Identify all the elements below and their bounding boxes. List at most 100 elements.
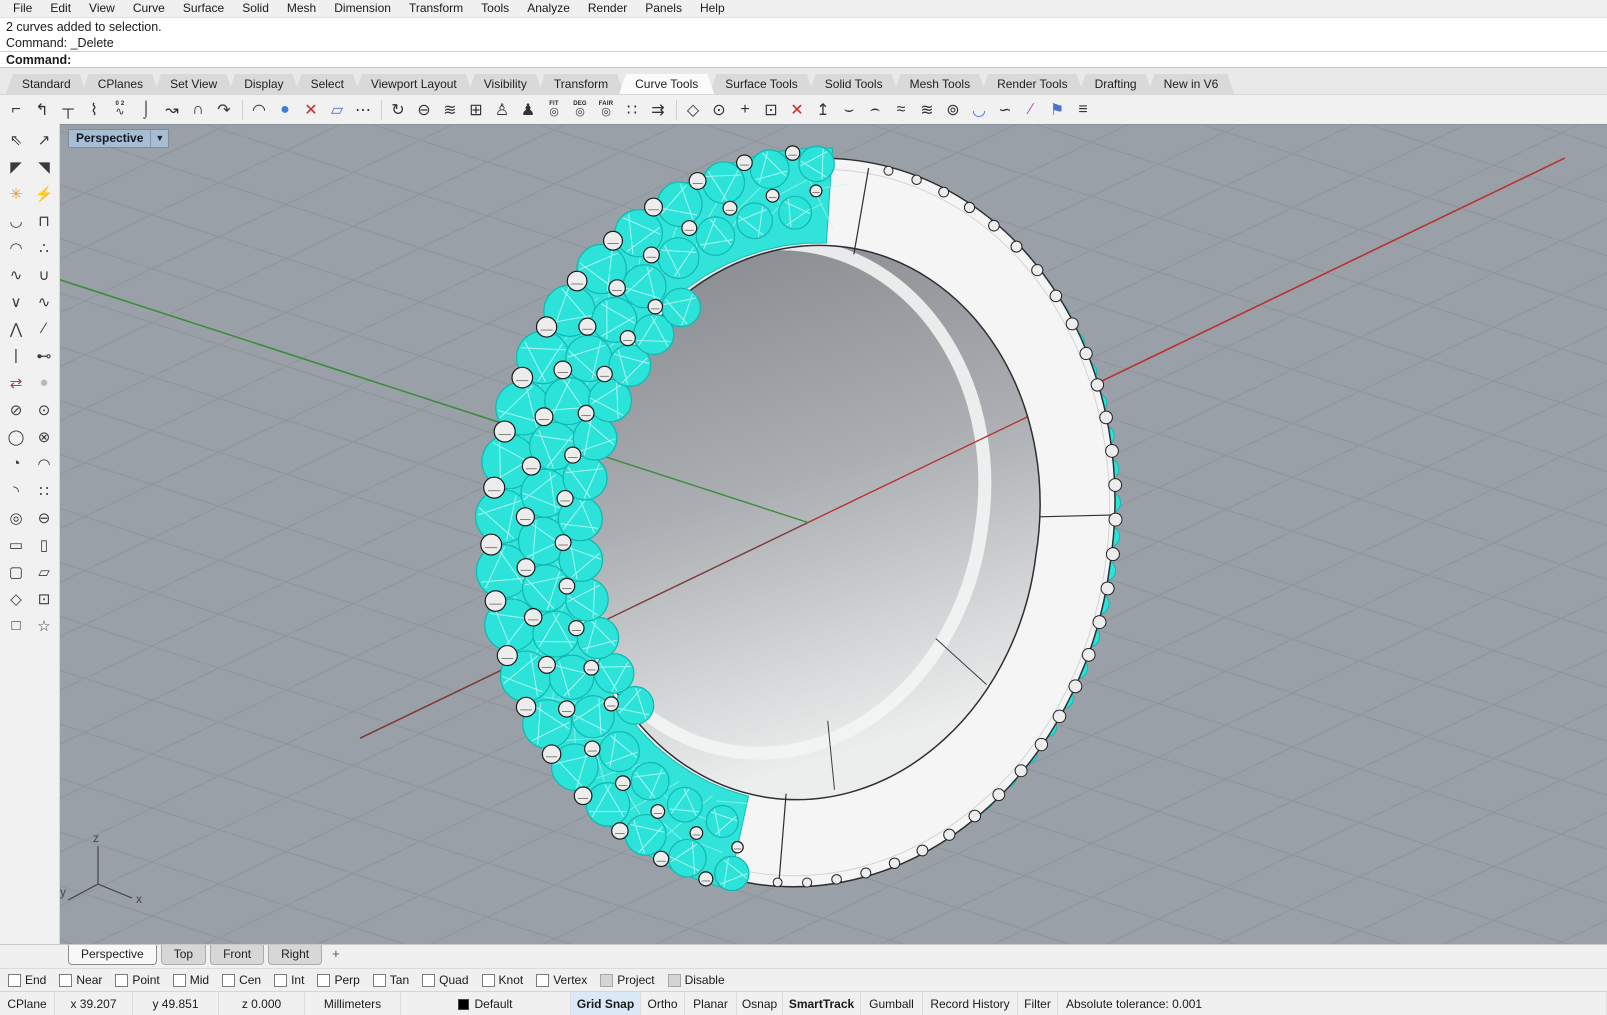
menu-dimension[interactable]: Dimension — [325, 0, 400, 17]
checkbox-mid[interactable] — [172, 973, 186, 987]
arc-center-icon[interactable]: ◔ — [2, 450, 30, 477]
circle-3point-icon[interactable]: ◯ — [2, 423, 30, 450]
control-polygon-icon[interactable]: ◇ — [680, 97, 706, 123]
extend-curve-icon[interactable]: ↷ — [211, 97, 237, 123]
status-filter[interactable]: Filter — [1018, 992, 1058, 1015]
match-curve-icon[interactable]: ┬ — [55, 97, 81, 123]
edit-control-point-icon[interactable]: ⊡ — [758, 97, 784, 123]
tab-standard[interactable]: Standard — [6, 74, 87, 94]
chevron-down-icon[interactable]: ▼ — [150, 130, 168, 147]
rectangle-3point-icon[interactable]: ▯ — [30, 531, 58, 558]
orient-perp-to-curve-icon[interactable]: ♟ — [515, 97, 541, 123]
tab-select[interactable]: Select — [295, 74, 360, 94]
spark-burst-icon[interactable]: ⚡ — [30, 180, 58, 207]
rectangle-deformable-icon[interactable]: ▱ — [30, 558, 58, 585]
tab-render-tools[interactable]: Render Tools — [981, 74, 1084, 94]
annotate-flag-left-icon[interactable]: ◤ — [2, 153, 30, 180]
circle-radius-icon[interactable]: ⊘ — [2, 396, 30, 423]
menu-help[interactable]: Help — [691, 0, 734, 17]
points-on-icon[interactable]: ⊙ — [706, 97, 732, 123]
menu-render[interactable]: Render — [579, 0, 636, 17]
menu-panels[interactable]: Panels — [636, 0, 691, 17]
vector-line-icon[interactable]: ⇄ — [2, 369, 30, 396]
checkbox-disable[interactable] — [667, 973, 681, 987]
interpolate-curve-icon[interactable]: ∪ — [30, 261, 58, 288]
polygon-center-icon[interactable]: ⊡ — [30, 585, 58, 612]
ellipse-diameter-icon[interactable]: ⊖ — [30, 504, 58, 531]
handlebar-editor-icon[interactable]: ⌢ — [862, 97, 888, 123]
rectangle-corner-icon[interactable]: ▭ — [2, 531, 30, 558]
checkbox-end[interactable] — [8, 973, 21, 987]
fit-curve-icon[interactable]: FIT ◎ — [541, 97, 567, 123]
square-icon[interactable]: □ — [2, 612, 30, 639]
circle-square-icon[interactable]: ⊚ — [940, 97, 966, 123]
vertical-line-icon[interactable]: | — [2, 342, 30, 369]
cage-edit-icon[interactable]: ⊞ — [463, 97, 489, 123]
change-degree-spiral-icon[interactable]: DEG ◎ — [567, 97, 593, 123]
status-record-history[interactable]: Record History — [923, 992, 1018, 1015]
status-default[interactable]: Default — [401, 992, 571, 1015]
checkbox-int[interactable] — [274, 973, 288, 987]
closed-curve-toggle-icon[interactable]: ⊖ — [411, 97, 437, 123]
fillet-curve-icon[interactable]: ⌐ — [3, 97, 29, 123]
star-icon[interactable]: ☆ — [30, 612, 58, 639]
curve-graph-mapper-icon[interactable]: ≡ — [1070, 97, 1096, 123]
checkbox-project[interactable] — [600, 973, 614, 987]
menu-transform[interactable]: Transform — [400, 0, 472, 17]
add-control-point-icon[interactable]: + — [732, 97, 758, 123]
osnap-int[interactable]: Int — [274, 973, 304, 987]
tab-new-in-v6[interactable]: New in V6 — [1148, 74, 1235, 94]
add-viewport-icon[interactable]: + — [326, 945, 346, 962]
curvature-circle-icon[interactable]: ≈ — [888, 97, 914, 123]
osnap-knot[interactable]: Knot — [481, 973, 523, 987]
fair-spiral-icon[interactable]: FAIR ◎ — [593, 97, 619, 123]
checkbox-quad[interactable] — [422, 973, 436, 987]
arc-start-end-icon[interactable]: ◝ — [2, 477, 30, 504]
remove-control-point-icon[interactable]: ✕ — [784, 97, 810, 123]
checkbox-perp[interactable] — [317, 973, 331, 987]
curvature-graph-icon[interactable]: ≋ — [914, 97, 940, 123]
annotate-flag-right-icon[interactable]: ◥ — [30, 153, 58, 180]
insert-kink-icon[interactable]: ⌣ — [836, 97, 862, 123]
tab-drafting[interactable]: Drafting — [1079, 74, 1153, 94]
viewport-tab-front[interactable]: Front — [210, 945, 265, 965]
status-planar[interactable]: Planar — [685, 992, 737, 1015]
osnap-near[interactable]: Near — [59, 973, 102, 987]
status-millimeters[interactable]: Millimeters — [305, 992, 401, 1015]
ellipse-center-icon[interactable]: ◎ — [2, 504, 30, 531]
osnap-project[interactable]: Project — [600, 973, 655, 987]
tab-transform[interactable]: Transform — [538, 74, 624, 94]
menu-analyze[interactable]: Analyze — [518, 0, 579, 17]
menu-mesh[interactable]: Mesh — [278, 0, 325, 17]
status-cplane[interactable]: CPlane — [0, 992, 55, 1015]
circle-deformable-icon[interactable]: ⊗ — [30, 423, 58, 450]
pullback-curve-icon[interactable]: ✕ — [298, 97, 324, 123]
checkbox-near[interactable] — [59, 973, 73, 987]
tab-mesh-tools[interactable]: Mesh Tools — [894, 74, 986, 94]
change-degree-icon[interactable]: 0 2 ∿ — [107, 97, 133, 123]
tab-surface-tools[interactable]: Surface Tools — [709, 74, 814, 94]
status-osnap[interactable]: Osnap — [737, 992, 783, 1015]
viewport-canvas[interactable]: z y x — [60, 125, 1607, 944]
osnap-end[interactable]: End — [8, 973, 46, 987]
blend-curve-icon[interactable]: ↰ — [29, 97, 55, 123]
osnap-perp[interactable]: Perp — [317, 973, 360, 987]
multiple-points-icon[interactable]: ∴ — [30, 234, 58, 261]
checkbox-tan[interactable] — [372, 973, 386, 987]
orient-on-curve-icon[interactable]: ♙ — [489, 97, 515, 123]
status-ortho[interactable]: Ortho — [641, 992, 685, 1015]
tab-cplanes[interactable]: CPlanes — [82, 74, 159, 94]
checkbox-vertex[interactable] — [536, 973, 550, 987]
adjust-closed-curve-icon[interactable]: ⌇ — [81, 97, 107, 123]
menu-surface[interactable]: Surface — [174, 0, 233, 17]
point-grid-icon[interactable]: ∷ — [30, 477, 58, 504]
smooth-curve-icon[interactable]: ⚑ — [1044, 97, 1070, 123]
tab-set-view[interactable]: Set View — [154, 74, 233, 94]
s-curve-icon[interactable]: ∿ — [30, 288, 58, 315]
osnap-cen[interactable]: Cen — [222, 973, 261, 987]
single-line-icon[interactable]: ∕ — [30, 315, 58, 342]
status-grid-snap[interactable]: Grid Snap — [571, 992, 641, 1015]
tab-display[interactable]: Display — [228, 74, 299, 94]
v-curve-icon[interactable]: ∨ — [2, 288, 30, 315]
fair-curve-icon[interactable]: ↝ — [159, 97, 185, 123]
